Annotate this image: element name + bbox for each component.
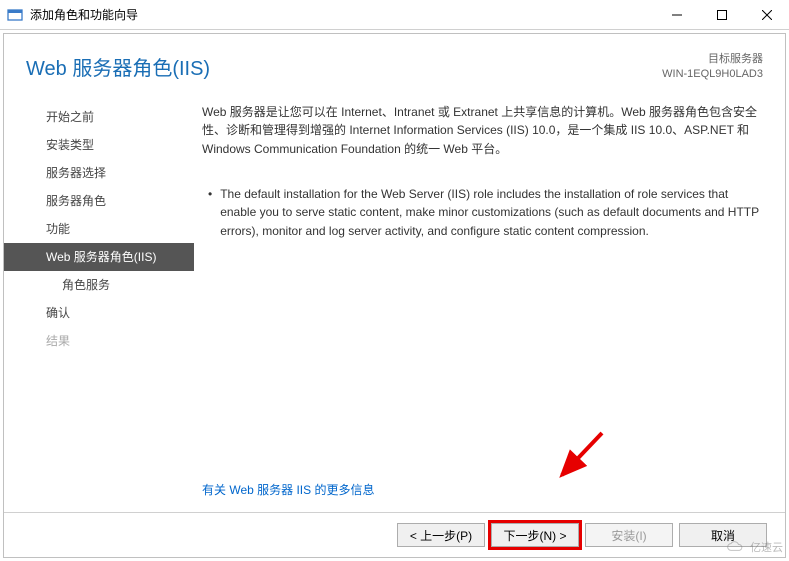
titlebar: 添加角色和功能向导 (0, 0, 789, 30)
close-button[interactable] (744, 0, 789, 30)
sidebar-item-5[interactable]: Web 服务器角色(IIS) (4, 243, 194, 271)
target-server-info: 目标服务器 WIN-1EQL9H0LAD3 (662, 52, 763, 83)
sidebar-item-7[interactable]: 确认 (4, 299, 194, 327)
target-label: 目标服务器 (662, 52, 763, 67)
sidebar: 开始之前安装类型服务器选择服务器角色功能Web 服务器角色(IIS)角色服务确认… (4, 93, 194, 512)
sidebar-item-3[interactable]: 服务器角色 (4, 187, 194, 215)
sidebar-item-4[interactable]: 功能 (4, 215, 194, 243)
note-text: The default installation for the Web Ser… (220, 185, 765, 241)
sidebar-item-8: 结果 (4, 327, 194, 355)
sidebar-item-2[interactable]: 服务器选择 (4, 159, 194, 187)
footer: < 上一步(P) 下一步(N) > 安装(I) 取消 (4, 512, 785, 557)
minimize-button[interactable] (654, 0, 699, 30)
sidebar-item-0[interactable]: 开始之前 (4, 103, 194, 131)
notes-list: •The default installation for the Web Se… (208, 185, 765, 241)
content-area: 开始之前安装类型服务器选择服务器角色功能Web 服务器角色(IIS)角色服务确认… (4, 93, 785, 512)
more-info-link[interactable]: 有关 Web 服务器 IIS 的更多信息 (202, 481, 765, 500)
header-area: Web 服务器角色(IIS) 目标服务器 WIN-1EQL9H0LAD3 (4, 34, 785, 93)
sidebar-item-6[interactable]: 角色服务 (4, 271, 194, 299)
previous-button[interactable]: < 上一步(P) (397, 523, 485, 547)
bullet-icon: • (208, 185, 212, 241)
note-item-0: •The default installation for the Web Se… (208, 185, 765, 241)
window-controls (654, 0, 789, 30)
target-value: WIN-1EQL9H0LAD3 (662, 67, 763, 82)
maximize-button[interactable] (699, 0, 744, 30)
page-title: Web 服务器角色(IIS) (26, 52, 210, 81)
app-icon (7, 7, 23, 23)
sidebar-item-1[interactable]: 安装类型 (4, 131, 194, 159)
dialog-body: Web 服务器角色(IIS) 目标服务器 WIN-1EQL9H0LAD3 开始之… (3, 33, 786, 558)
next-button[interactable]: 下一步(N) > (491, 523, 579, 547)
intro-text: Web 服务器是让您可以在 Internet、Intranet 或 Extran… (202, 103, 765, 159)
watermark-text: 亿速云 (750, 539, 783, 555)
watermark: 亿速云 (726, 539, 783, 555)
install-button: 安装(I) (585, 523, 673, 547)
main-content: Web 服务器是让您可以在 Internet、Intranet 或 Extran… (194, 93, 785, 512)
window-title: 添加角色和功能向导 (30, 6, 654, 23)
